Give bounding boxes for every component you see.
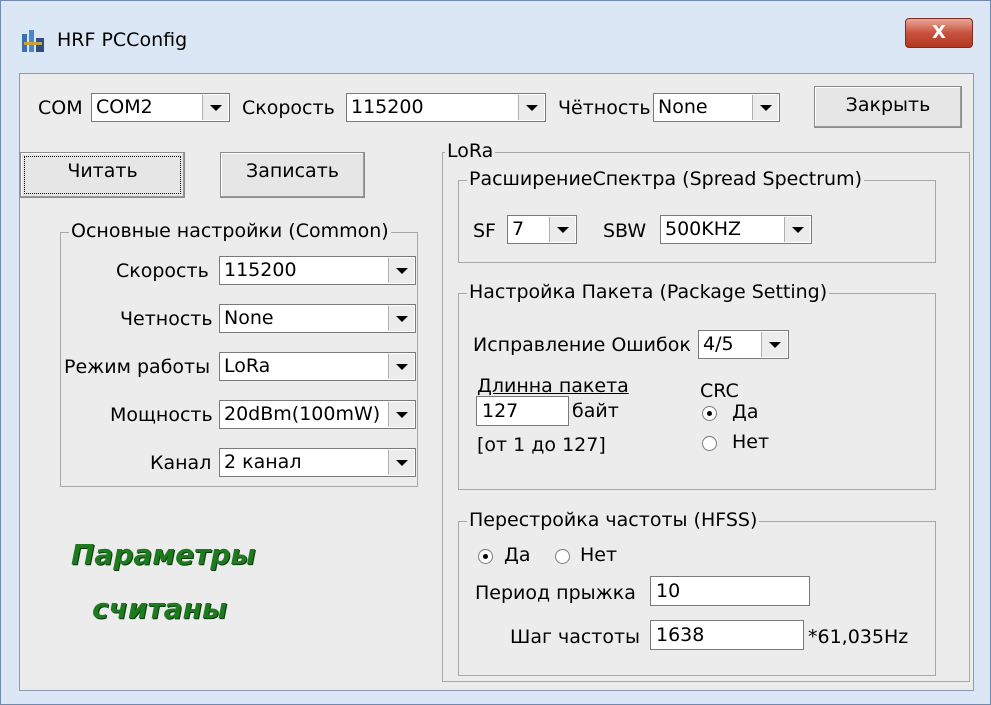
sf-select[interactable]: 7: [507, 215, 577, 244]
read-button[interactable]: Читать: [20, 152, 185, 198]
chevron-down-icon[interactable]: [388, 258, 414, 283]
hfss-no-radio[interactable]: [555, 549, 570, 564]
window-title: HRF PCConfig: [57, 29, 188, 51]
packet-length-range: [от 1 до 127]: [477, 434, 606, 456]
crc-no-radio[interactable]: [702, 436, 717, 451]
hop-period-input[interactable]: 10: [650, 576, 810, 606]
crc-yes-label[interactable]: Да: [732, 401, 759, 423]
client-area: COM COM2 Скорость 115200 Чётность None З…: [19, 73, 974, 691]
lora-group-title: LoRa: [445, 140, 496, 162]
mode-label: Режим работы: [64, 356, 211, 378]
group-title: Настройка Пакета (Package Setting): [467, 281, 830, 303]
baud-label: Скорость: [242, 97, 335, 119]
baud-select[interactable]: 115200: [346, 93, 546, 122]
sf-label: SF: [473, 220, 496, 242]
crc-label: CRC: [700, 380, 739, 402]
hfss-yes-radio[interactable]: [478, 549, 493, 564]
write-button[interactable]: Записать: [220, 152, 365, 198]
group-title: Перестройка частоты (HFSS): [467, 509, 760, 531]
channel-select[interactable]: 2 канал: [219, 448, 416, 477]
status-message-line1: Параметры: [71, 538, 256, 571]
close-icon[interactable]: X: [905, 18, 973, 48]
error-correction-label: Исправление Ошибок: [473, 334, 691, 356]
chevron-down-icon[interactable]: [388, 306, 414, 331]
parity-select[interactable]: None: [653, 93, 780, 122]
mode-select[interactable]: LoRa: [219, 352, 416, 381]
group-title: РасширениеСпектра (Spread Spectrum): [467, 168, 864, 190]
packet-length-unit: байт: [572, 400, 619, 422]
freq-step-label: Шаг частоты: [510, 626, 641, 648]
app-icon: [22, 30, 44, 52]
packet-length-label: Длинна пакета: [477, 375, 629, 397]
crc-no-label[interactable]: Нет: [732, 431, 769, 453]
com-label: COM: [38, 97, 83, 119]
power-select[interactable]: 20dBm(100mW): [219, 400, 416, 429]
speed-select[interactable]: 115200: [219, 256, 416, 285]
freq-step-input[interactable]: 1638: [650, 620, 804, 650]
speed-label: Скорость: [116, 260, 209, 282]
hop-period-label: Период прыжка: [475, 582, 636, 604]
channel-label: Канал: [150, 452, 212, 474]
sbw-label: SBW: [603, 220, 647, 242]
com-port-select[interactable]: COM2: [91, 93, 230, 122]
packet-length-input[interactable]: 127: [476, 396, 569, 426]
chevron-down-icon[interactable]: [549, 217, 575, 242]
chevron-down-icon[interactable]: [761, 332, 787, 357]
chevron-down-icon[interactable]: [784, 217, 810, 242]
sbw-select[interactable]: 500KHZ: [660, 215, 812, 244]
close-port-button[interactable]: Закрыть: [814, 86, 962, 128]
chevron-down-icon[interactable]: [388, 402, 414, 427]
hfss-no-label[interactable]: Нет: [580, 544, 617, 566]
hfss-yes-label[interactable]: Да: [504, 544, 531, 566]
title-bar[interactable]: HRF PCConfig X: [1, 1, 991, 73]
chevron-down-icon[interactable]: [388, 450, 414, 475]
power-label: Мощность: [110, 404, 213, 426]
chevron-down-icon[interactable]: [752, 95, 778, 120]
parity-label: Четность: [120, 308, 213, 330]
crc-yes-radio[interactable]: [702, 406, 717, 421]
error-correction-select[interactable]: 4/5: [698, 330, 789, 359]
group-title: Основные настройки (Common): [69, 220, 391, 242]
status-message-line2: считаны: [92, 592, 228, 625]
parity-select[interactable]: None: [219, 304, 416, 333]
chevron-down-icon[interactable]: [388, 354, 414, 379]
chevron-down-icon[interactable]: [518, 95, 544, 120]
app-window: HRF PCConfig X COM COM2 Скорость 115200 …: [0, 0, 991, 705]
freq-step-unit: *61,035Hz: [808, 626, 909, 648]
parity-label: Чётность: [558, 97, 651, 119]
chevron-down-icon[interactable]: [202, 95, 228, 120]
